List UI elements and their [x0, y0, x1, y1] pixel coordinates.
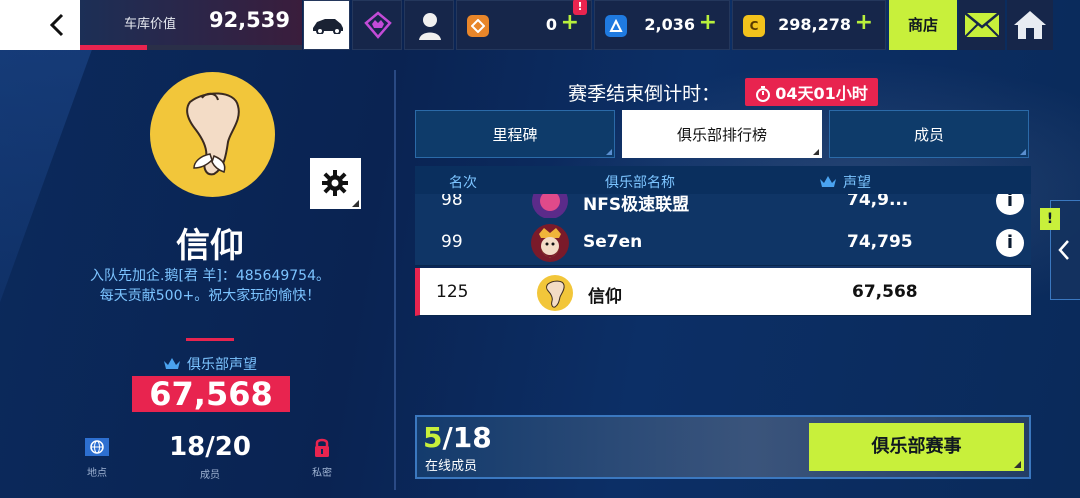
token-alert-badge: ! [573, 0, 587, 15]
privacy-label: 私密 [312, 468, 332, 479]
home-icon [1014, 11, 1046, 39]
members-count: 18/20 [169, 432, 251, 462]
online-members-count: 5/18 [423, 421, 492, 454]
row-club-name: 信仰 [588, 287, 622, 307]
shop-button[interactable]: 商店 [889, 0, 957, 50]
panel-divider [394, 70, 396, 490]
online-members-panel: 5/18 在线成员 俱乐部赛事 [415, 415, 1031, 479]
season-countdown: 04天01小时 [745, 78, 878, 106]
coin-add-button[interactable]: + [855, 10, 873, 35]
token-value: 0 [545, 15, 557, 34]
club-reputation-value: 67,568 [132, 376, 290, 412]
header-reputation: 声望 [819, 172, 871, 192]
club-description: 入队先加企.鹅[君 羊]：485649754。 每天贡献500+。祝大家玩的愉快… [0, 266, 420, 306]
token-icon [467, 15, 489, 37]
club-info-panel: 信仰 入队先加企.鹅[君 羊]：485649754。 每天贡献500+。祝大家玩… [0, 52, 394, 498]
divider [186, 338, 234, 341]
coin-icon: C [743, 15, 765, 37]
garage-progress-bar [80, 45, 302, 50]
table-row[interactable]: 99 Se7en 74,795 i [415, 218, 1031, 266]
club-logo-icon [152, 74, 272, 194]
credits-add-button[interactable]: + [699, 10, 717, 35]
club-tabs: 里程碑 俱乐部排行榜 成员 [415, 110, 1031, 158]
online-now: 5 [423, 421, 443, 454]
region-label: 地点 [87, 468, 107, 479]
privacy-stat[interactable]: 私密 [307, 438, 337, 479]
car-icon [313, 19, 343, 34]
online-total: /18 [442, 421, 492, 454]
season-countdown-row: 赛季结束倒计时： 04天01小时 [415, 78, 1031, 108]
club-logo-icon [537, 275, 573, 311]
credits-icon [605, 15, 627, 37]
club-reputation-label-text: 俱乐部声望 [187, 357, 257, 373]
club-description-line: 每天贡献500+。祝大家玩的愉快！ [99, 288, 321, 304]
members-label: 成员 [200, 470, 220, 481]
home-button[interactable] [1007, 0, 1053, 50]
season-title: 赛季结束倒计时： [568, 82, 721, 105]
crown-icon [164, 358, 180, 369]
online-members-label: 在线成员 [425, 459, 478, 474]
header-club-name: 俱乐部名称 [605, 175, 675, 191]
mail-icon [964, 12, 1000, 38]
chevron-left-icon [1058, 240, 1069, 260]
row-reputation: 67,568 [852, 282, 918, 302]
table-header: 名次 俱乐部名称 声望 [415, 166, 1031, 194]
crown-icon [820, 176, 836, 187]
tab-milestones[interactable]: 里程碑 [415, 110, 615, 158]
leaderboard-table[interactable]: 98 NFS极速联盟 74,9... i 名次 俱乐部名称 声望 99 Se7e… [415, 166, 1031, 318]
coin-value: 298,278 [778, 15, 851, 34]
credits-value: 2,036 [644, 15, 695, 34]
legend-button[interactable] [352, 0, 402, 50]
coin-currency[interactable]: C 298,278 + [732, 0, 886, 50]
profile-button[interactable] [404, 0, 454, 50]
garage-button[interactable] [303, 0, 350, 50]
globe-icon [85, 438, 109, 456]
gear-icon [322, 170, 348, 196]
header-reputation-text: 声望 [843, 175, 871, 191]
side-alert-badge: ! [1040, 208, 1060, 230]
tab-club-leaderboard[interactable]: 俱乐部排行榜 [622, 110, 822, 158]
chevron-left-icon [49, 13, 64, 37]
table-row-own-club[interactable]: 125 信仰 67,568 [415, 268, 1031, 316]
credits-currency[interactable]: 2,036 + [594, 0, 730, 50]
king-logo-icon [531, 224, 569, 262]
garage-value-panel: 车库价值 92,539 [80, 0, 302, 50]
club-logo [531, 224, 569, 262]
header-rank: 名次 [449, 175, 477, 191]
row-reputation: 74,795 [847, 232, 913, 252]
garage-progress-fill [80, 45, 147, 50]
garage-value: 92,539 [208, 8, 290, 32]
avatar-icon [419, 13, 441, 40]
tab-members[interactable]: 成员 [829, 110, 1029, 158]
row-rank: 125 [436, 282, 469, 302]
row-club-name: Se7en [583, 232, 643, 252]
club-reputation-label: 俱乐部声望 [0, 354, 420, 374]
club-settings-button[interactable] [310, 158, 361, 209]
info-button[interactable]: i [996, 229, 1024, 257]
stopwatch-icon [756, 86, 771, 102]
club-logo [536, 274, 574, 312]
lock-icon [310, 438, 334, 457]
token-currency[interactable]: 0 + ! [456, 0, 592, 50]
club-description-line: 入队先加企.鹅[君 羊]：485649754。 [90, 268, 330, 284]
row-rank: 99 [441, 232, 463, 252]
club-avatar [150, 72, 275, 197]
region-stat[interactable]: 地点 [82, 438, 112, 479]
garage-label: 车库价值 [124, 17, 177, 32]
club-events-button[interactable]: 俱乐部赛事 [809, 423, 1024, 471]
mail-button[interactable] [959, 0, 1005, 50]
legend-crown-icon [364, 11, 392, 39]
top-bar: 车库价值 92,539 0 + ! 2,036 + C 298,278 + 商店 [0, 0, 1080, 50]
club-name: 信仰 [176, 226, 244, 266]
season-countdown-value: 04天01小时 [775, 84, 868, 103]
